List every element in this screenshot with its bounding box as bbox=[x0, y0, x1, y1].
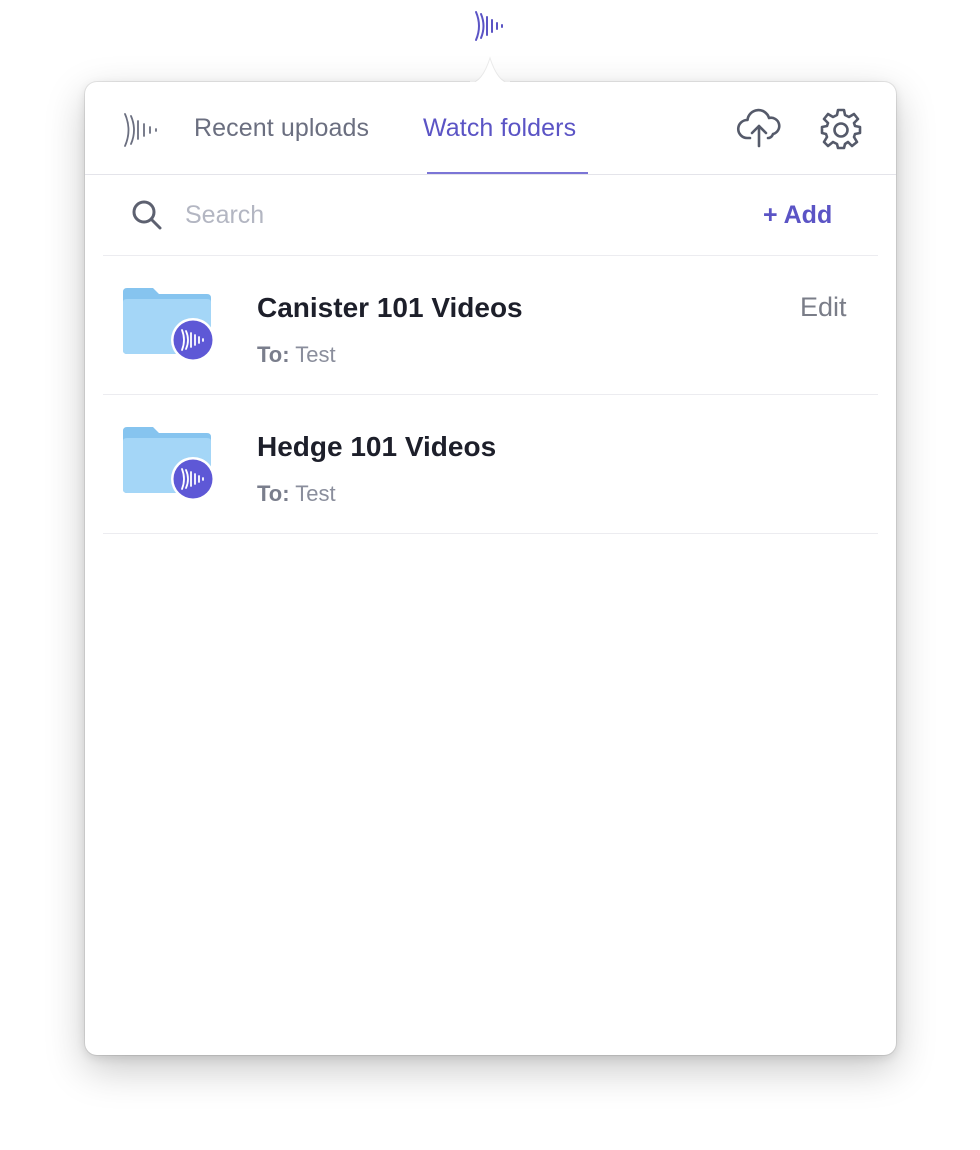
gear-icon[interactable] bbox=[817, 104, 865, 152]
tab-watch-folders[interactable]: Watch folders bbox=[423, 114, 576, 143]
folder-name: Canister 101 Videos bbox=[257, 292, 523, 323]
tab-recent-uploads[interactable]: Recent uploads bbox=[194, 114, 369, 143]
watch-folder-icon bbox=[123, 427, 215, 501]
soundwave-logo-icon bbox=[124, 113, 157, 147]
list-item[interactable]: Hedge 101 Videos To: Test bbox=[103, 395, 878, 534]
destination-value: Test bbox=[295, 342, 336, 367]
watch-folders-popover: Recent uploads Watch folders Search + Ad… bbox=[85, 82, 896, 1055]
search-input[interactable] bbox=[185, 195, 645, 235]
screen: Recent uploads Watch folders Search + Ad… bbox=[0, 0, 980, 1150]
destination-label: To: bbox=[257, 342, 290, 367]
popover-header: Recent uploads Watch folders bbox=[85, 82, 896, 175]
edit-button[interactable]: Edit bbox=[800, 292, 847, 323]
watch-folder-icon bbox=[123, 288, 215, 362]
destination-value: Test bbox=[295, 481, 336, 506]
destination-label: To: bbox=[257, 481, 290, 506]
active-tab-indicator bbox=[427, 172, 588, 174]
folder-destination: To: Test bbox=[257, 481, 336, 507]
search-icon bbox=[132, 200, 162, 230]
menubar-app-icon[interactable] bbox=[470, 6, 510, 46]
add-watch-folder-button[interactable]: + Add bbox=[763, 201, 832, 230]
popover-arrow bbox=[470, 56, 510, 84]
folder-destination: To: Test bbox=[257, 342, 336, 368]
list-item[interactable]: Canister 101 Videos To: Test Edit bbox=[103, 256, 878, 395]
folder-name: Hedge 101 Videos bbox=[257, 431, 497, 462]
search-row: + Add bbox=[103, 175, 878, 256]
cloud-upload-icon[interactable] bbox=[735, 104, 783, 152]
